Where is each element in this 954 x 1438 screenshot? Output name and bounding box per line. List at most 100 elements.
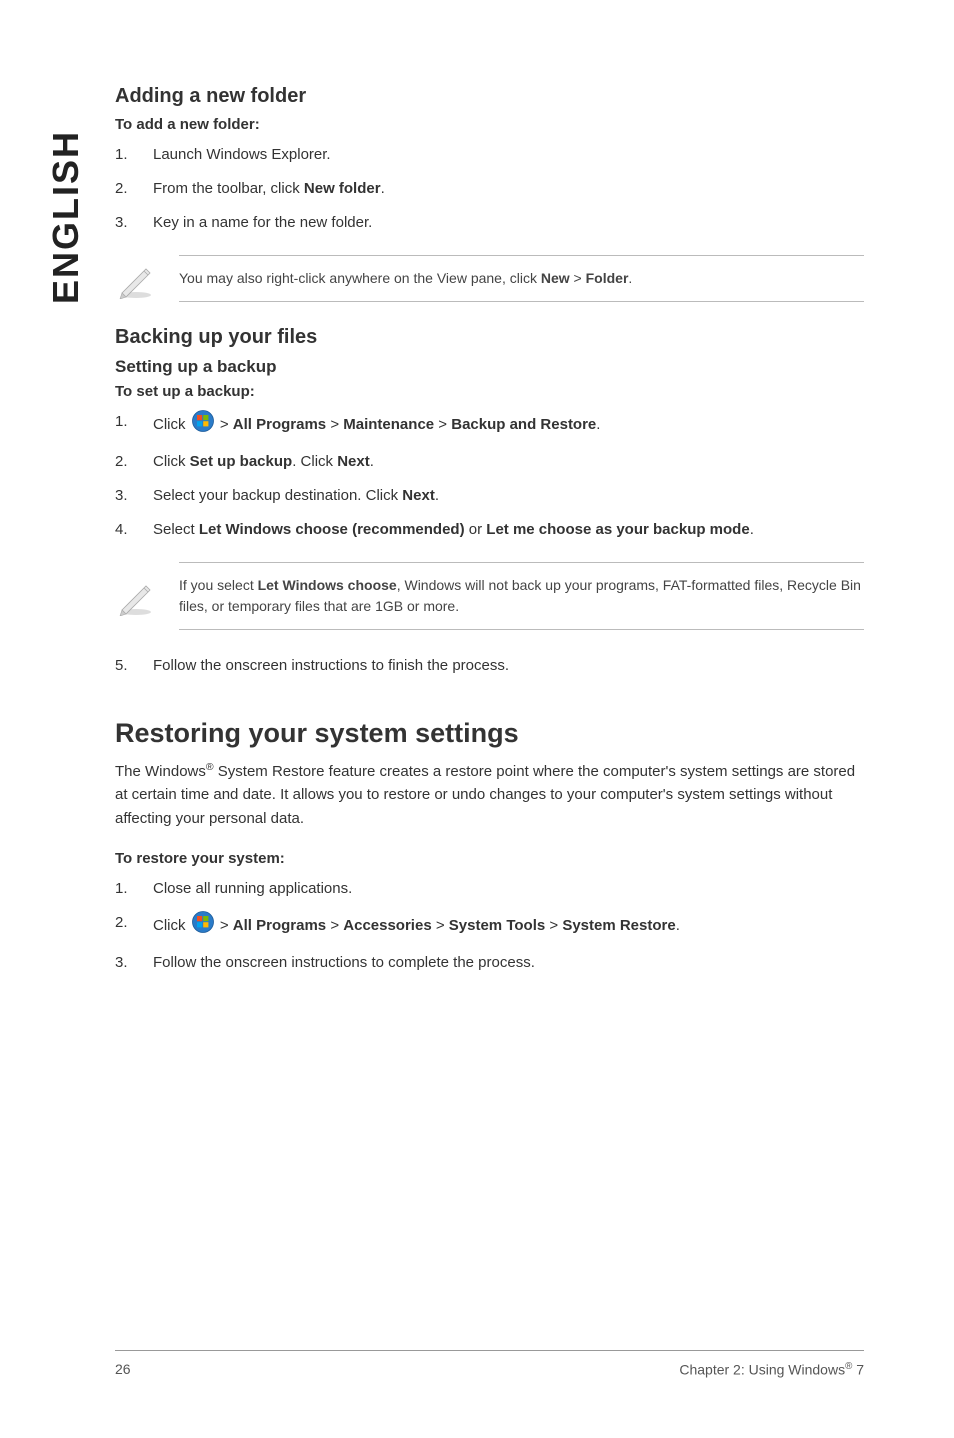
step-text: Follow the onscreen instructions to fini…	[153, 654, 864, 678]
text-fragment: >	[545, 917, 562, 934]
text-fragment: .	[381, 180, 385, 197]
step-number: 4.	[115, 518, 153, 542]
step-item: 3. Follow the onscreen instructions to c…	[115, 951, 864, 975]
intro-paragraph: The Windows® System Restore feature crea…	[115, 759, 864, 830]
text-bold: System Tools	[449, 917, 545, 934]
step-text: Click > All Programs > Accessories > Sys…	[153, 911, 864, 941]
text-fragment: .	[596, 416, 600, 433]
text-bold: New	[541, 270, 570, 286]
step-text: Close all running applications.	[153, 877, 864, 901]
text-bold: Let Windows choose	[258, 577, 397, 593]
step-number: 2.	[115, 177, 153, 201]
step-number: 3.	[115, 211, 153, 235]
step-item: 1. Launch Windows Explorer.	[115, 143, 864, 167]
text-fragment: >	[570, 270, 586, 286]
text-fragment: If you select	[179, 577, 258, 593]
note-pencil-icon	[115, 562, 157, 630]
step-item: 2. Click Set up backup. Click Next.	[115, 450, 864, 474]
text-bold: All Programs	[233, 416, 326, 433]
subheading-to-add-folder: To add a new folder:	[115, 116, 864, 133]
text-fragment: .	[628, 270, 632, 286]
step-number: 1.	[115, 877, 153, 901]
step-number: 3.	[115, 951, 153, 975]
step-text: Click Set up backup. Click Next.	[153, 450, 864, 474]
subheading-to-restore: To restore your system:	[115, 850, 864, 867]
text-fragment: Select your backup destination. Click	[153, 487, 402, 504]
step-text: Follow the onscreen instructions to comp…	[153, 951, 864, 975]
text-fragment: . Click	[292, 453, 337, 470]
heading-restoring: Restoring your system settings	[115, 718, 864, 749]
step-number: 5.	[115, 654, 153, 678]
text-fragment: >	[434, 416, 451, 433]
language-sidebar: ENGLISH	[45, 130, 87, 304]
windows-start-icon	[192, 911, 214, 941]
step-text: From the toolbar, click New folder.	[153, 177, 864, 201]
step-text: Key in a name for the new folder.	[153, 211, 864, 235]
step-number: 3.	[115, 484, 153, 508]
step-item: 2. Click > All Programs > Accessories > …	[115, 911, 864, 941]
step-text: Select Let Windows choose (recommended) …	[153, 518, 864, 542]
text-fragment: .	[435, 487, 439, 504]
text-fragment: Click	[153, 917, 190, 934]
footer-chapter: Chapter 2: Using Windows® 7	[679, 1361, 864, 1378]
text-bold: Next	[402, 487, 435, 504]
text-bold: Let Windows choose (recommended)	[199, 521, 465, 538]
step-item: 3. Key in a name for the new folder.	[115, 211, 864, 235]
note-block: If you select Let Windows choose, Window…	[115, 562, 864, 630]
step-number: 1.	[115, 410, 153, 434]
step-text: Launch Windows Explorer.	[153, 143, 864, 167]
page-number: 26	[115, 1361, 131, 1378]
text-fragment: >	[216, 917, 233, 934]
step-item: 1. Close all running applications.	[115, 877, 864, 901]
step-item: 4. Select Let Windows choose (recommende…	[115, 518, 864, 542]
text-fragment: Click	[153, 416, 190, 433]
text-fragment: >	[326, 917, 343, 934]
text-fragment: >	[326, 416, 343, 433]
step-text: Select your backup destination. Click Ne…	[153, 484, 864, 508]
step-text: Click > All Programs > Maintenance > Bac…	[153, 410, 864, 440]
step-number: 1.	[115, 143, 153, 167]
text-bold: Set up backup	[190, 453, 293, 470]
note-pencil-icon	[115, 255, 157, 302]
text-bold: Accessories	[343, 917, 431, 934]
note-text: If you select Let Windows choose, Window…	[179, 562, 864, 630]
main-content: Adding a new folder To add a new folder:…	[115, 85, 864, 993]
step-item: 3. Select your backup destination. Click…	[115, 484, 864, 508]
text-fragment: You may also right-click anywhere on the…	[179, 270, 541, 286]
steps-add-folder: 1. Launch Windows Explorer. 2. From the …	[115, 143, 864, 235]
text-bold: Next	[337, 453, 370, 470]
steps-restore: 1. Close all running applications. 2. Cl…	[115, 877, 864, 975]
text-fragment: .	[750, 521, 754, 538]
registered-mark: ®	[206, 761, 214, 773]
step-item: 1. Click > All Programs > Maintenance > …	[115, 410, 864, 440]
step-item: 5. Follow the onscreen instructions to f…	[115, 654, 864, 678]
note-text: You may also right-click anywhere on the…	[179, 255, 864, 302]
text-fragment: >	[432, 917, 449, 934]
text-bold: Backup and Restore	[451, 416, 596, 433]
heading-adding-folder: Adding a new folder	[115, 85, 864, 108]
text-bold: New folder	[304, 180, 381, 197]
heading-backup: Backing up your files	[115, 326, 864, 349]
text-bold: System Restore	[562, 917, 675, 934]
text-bold: Let me choose as your backup mode	[486, 521, 749, 538]
subheading-setting-backup: Setting up a backup	[115, 357, 864, 377]
steps-backup: 1. Click > All Programs > Maintenance > …	[115, 410, 864, 542]
text-fragment: The Windows	[115, 763, 206, 780]
text-bold: Maintenance	[343, 416, 434, 433]
text-bold: Folder	[586, 270, 629, 286]
text-fragment: System Restore feature creates a restore…	[115, 763, 855, 827]
text-fragment: Click	[153, 453, 190, 470]
text-fragment: Select	[153, 521, 199, 538]
page-footer: 26 Chapter 2: Using Windows® 7	[115, 1350, 864, 1378]
subheading-to-setup-backup: To set up a backup:	[115, 383, 864, 400]
text-fragment: 7	[852, 1362, 864, 1378]
step-number: 2.	[115, 911, 153, 935]
text-fragment: .	[370, 453, 374, 470]
step-number: 2.	[115, 450, 153, 474]
windows-start-icon	[192, 410, 214, 440]
text-fragment: .	[676, 917, 680, 934]
text-bold: All Programs	[233, 917, 326, 934]
text-fragment: Chapter 2: Using Windows	[679, 1362, 845, 1378]
step-item: 2. From the toolbar, click New folder.	[115, 177, 864, 201]
text-fragment: >	[216, 416, 233, 433]
